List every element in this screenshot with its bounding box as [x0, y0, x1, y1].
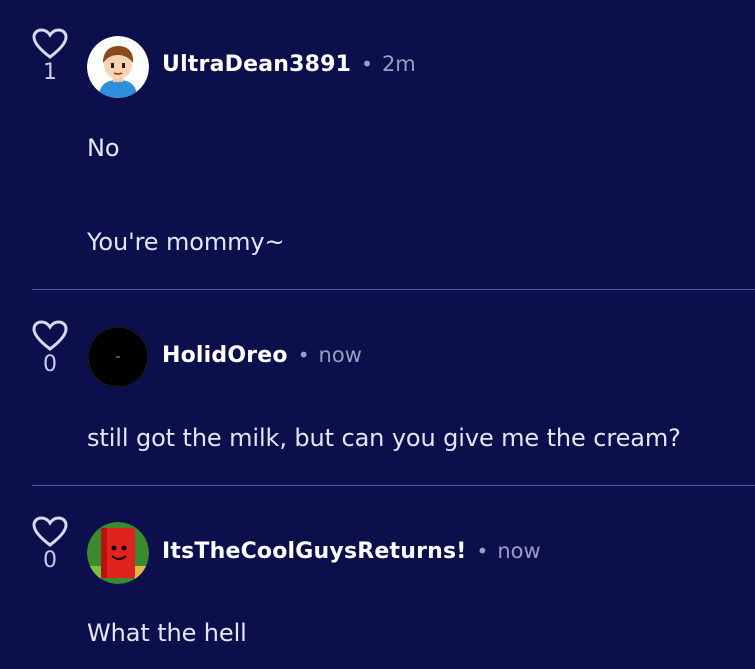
separator-dot: • — [476, 539, 489, 563]
comment-text-line: No — [87, 134, 120, 162]
comment-meta: ItsTheCoolGuysReturns! • now — [162, 539, 541, 564]
like-control[interactable]: 1 — [30, 28, 70, 84]
timestamp: now — [497, 539, 541, 563]
timestamp: now — [318, 343, 362, 367]
like-count: 0 — [43, 352, 57, 377]
comment-meta: HolidOreo • now — [162, 343, 362, 368]
username[interactable]: UltraDean3891 — [162, 52, 351, 77]
comment-text-line: still got the milk, but can you give me … — [87, 424, 681, 452]
separator-dot: • — [361, 52, 373, 76]
separator-dot: • — [297, 343, 310, 367]
black-circle-avatar-icon — [87, 326, 149, 388]
like-control[interactable]: 0 — [30, 320, 70, 376]
comment-meta: UltraDean3891 • 2m — [162, 52, 416, 77]
heart-icon[interactable] — [32, 320, 68, 352]
heart-icon[interactable] — [32, 28, 68, 60]
avatar[interactable] — [87, 36, 149, 98]
comment-item: 0 HolidOreo • now still got the milk, bu… — [0, 290, 755, 486]
comment-text-line: You're mommy~ — [87, 228, 285, 256]
like-count: 1 — [43, 60, 57, 85]
cartoon-boy-avatar-icon — [87, 36, 149, 98]
heart-icon[interactable] — [32, 516, 68, 548]
comment-item: 0 ItsTheCoolGuysReturns! • now What the … — [0, 486, 755, 669]
like-count: 0 — [43, 548, 57, 573]
avatar[interactable] — [87, 326, 149, 388]
comment-text-line: What the hell — [87, 619, 247, 647]
comment-item: 1 UltraDean3891 • 2m No You're mommy~ — [0, 0, 755, 290]
username[interactable]: ItsTheCoolGuysReturns! — [162, 539, 467, 564]
username[interactable]: HolidOreo — [162, 343, 288, 368]
comment-list: 1 UltraDean3891 • 2m No You're mommy~ 0 … — [0, 0, 755, 669]
like-control[interactable]: 0 — [30, 516, 70, 572]
timestamp: 2m — [381, 52, 416, 76]
avatar[interactable] — [87, 522, 149, 584]
red-block-avatar-icon — [87, 522, 149, 584]
